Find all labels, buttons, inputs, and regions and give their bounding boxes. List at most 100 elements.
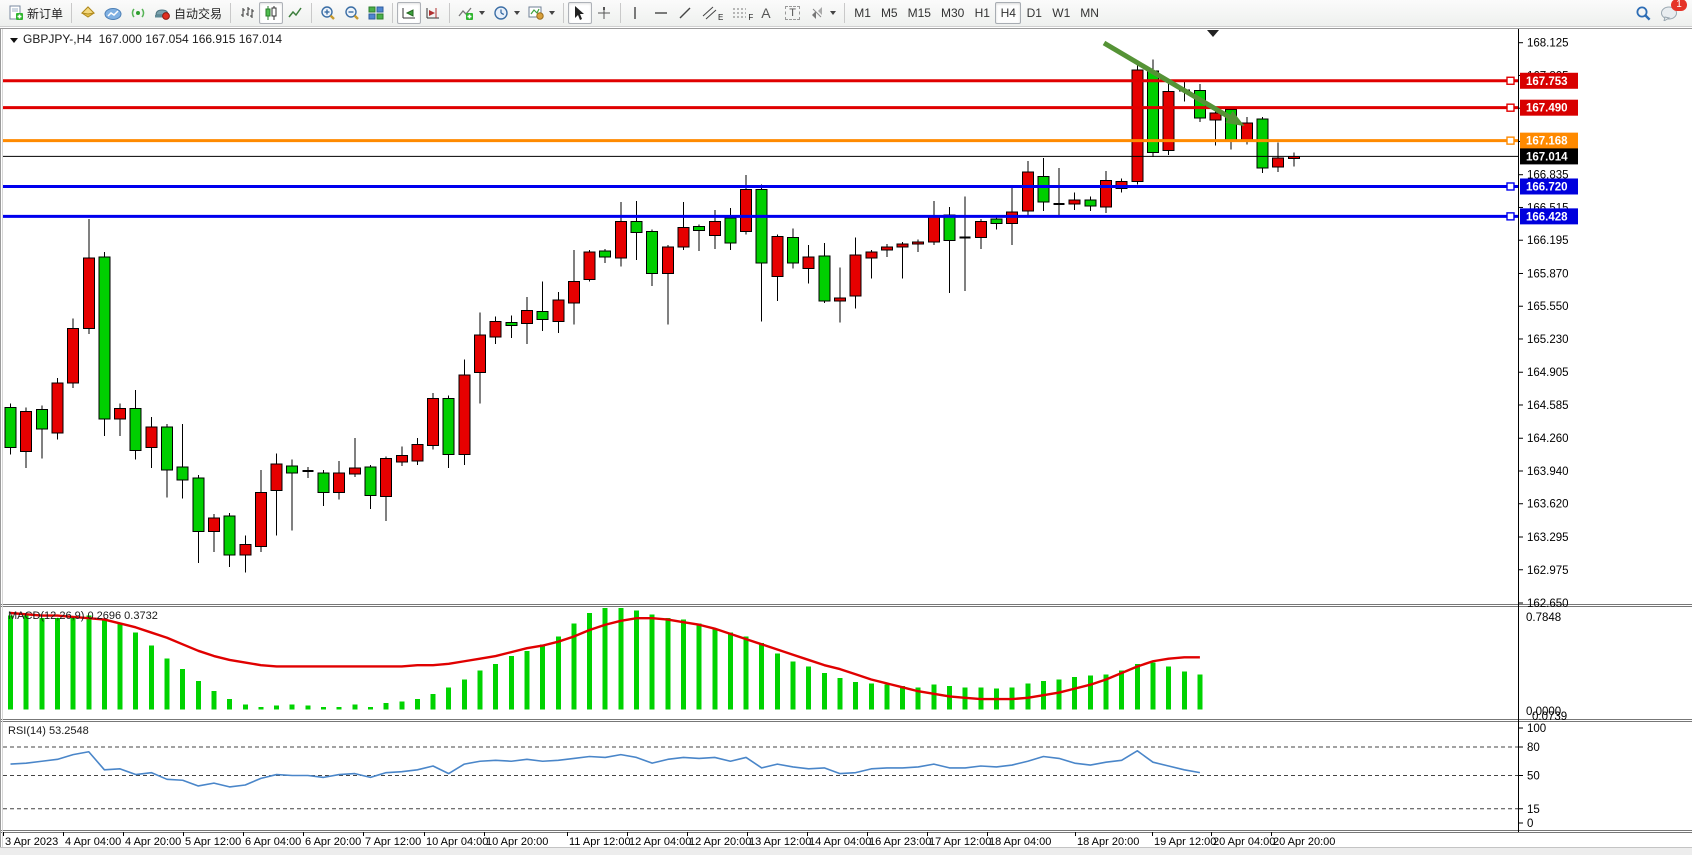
mt4-window: 新订单	[0, 0, 1692, 855]
metaeditor-button[interactable]	[76, 2, 100, 24]
search-button[interactable]	[1631, 2, 1656, 24]
time-tick-label: 16 Apr 23:00	[869, 836, 931, 848]
chart-shift-button[interactable]	[421, 2, 445, 24]
periods-clock-icon	[493, 5, 509, 21]
candle-body	[975, 221, 986, 237]
search-icon	[1635, 5, 1652, 22]
macd-histogram-bar	[39, 618, 44, 709]
trendline-tool-button[interactable]	[673, 2, 697, 24]
auto-trading-icon	[154, 5, 171, 21]
auto-scroll-button[interactable]	[397, 2, 421, 24]
fibonacci-tool-button[interactable]: F	[727, 2, 757, 24]
toolbar: 新订单	[0, 0, 1692, 27]
candle-body	[647, 232, 658, 274]
price-tick-label: 163.940	[1527, 466, 1569, 478]
tf-button-h1[interactable]: H1	[969, 2, 995, 24]
candle-body	[412, 444, 423, 460]
chart-canvas[interactable]: 168.125167.805167.485167.160166.835166.5…	[0, 28, 1692, 855]
candle-body	[709, 221, 720, 235]
cursor-tool-button[interactable]	[568, 2, 592, 24]
hline-endpoint-marker[interactable]	[1507, 77, 1514, 84]
hline-endpoint-marker[interactable]	[1507, 213, 1514, 220]
time-tick-label: 4 Apr 04:00	[65, 836, 121, 848]
macd-histogram-bar	[540, 644, 545, 709]
fibonacci-icon	[731, 5, 749, 21]
candle-body	[1069, 200, 1080, 204]
equidistant-channel-icon	[701, 5, 719, 21]
tf-button-m30[interactable]: M30	[936, 2, 969, 24]
chart-background	[0, 28, 1692, 855]
tf-button-m1[interactable]: M1	[849, 2, 876, 24]
candle-body	[1038, 176, 1049, 202]
candle-body	[52, 383, 63, 433]
price-tick-label: 166.195	[1527, 235, 1569, 247]
chat-button[interactable]: 1	[1656, 2, 1682, 24]
tf-button-h4[interactable]: H4	[995, 2, 1021, 24]
tf-button-mn[interactable]: MN	[1075, 2, 1104, 24]
candle-body	[615, 221, 626, 258]
bar-chart-icon	[239, 5, 255, 21]
new-order-icon	[8, 5, 24, 21]
horizontal-line-tool-button[interactable]	[649, 2, 673, 24]
tf-button-d1[interactable]: D1	[1021, 2, 1047, 24]
channel-tool-button[interactable]: E	[697, 2, 727, 24]
hline-endpoint-marker[interactable]	[1507, 137, 1514, 144]
candle-body	[944, 215, 955, 241]
tf-button-m5[interactable]: M5	[876, 2, 903, 24]
crosshair-tool-button[interactable]	[592, 2, 616, 24]
arrows-tool-icon	[809, 5, 825, 21]
tile-windows-button[interactable]	[364, 2, 388, 24]
tf-button-m15[interactable]: M15	[903, 2, 936, 24]
macd-indicator-label: MACD(12,26,9) 0.2696 0.3732	[8, 610, 158, 622]
price-tag-label: 167.014	[1526, 151, 1568, 163]
candle-body	[772, 237, 783, 277]
price-tick-label: 164.585	[1527, 400, 1569, 412]
periods-button[interactable]	[489, 2, 524, 24]
signals-icon	[130, 5, 146, 21]
hline-endpoint-marker[interactable]	[1507, 104, 1514, 111]
vertical-line-tool-button[interactable]	[625, 2, 649, 24]
toolbar-separator	[563, 3, 564, 23]
macd-histogram-bar	[368, 707, 373, 710]
candle-body	[396, 456, 407, 462]
macd-histogram-bar	[493, 664, 498, 710]
tf-button-w1[interactable]: W1	[1047, 2, 1075, 24]
toolbar-separator	[71, 3, 72, 23]
candle-body	[568, 282, 579, 303]
hline-endpoint-marker[interactable]	[1507, 183, 1514, 190]
macd-histogram-bar	[837, 678, 842, 709]
candle-body	[678, 227, 689, 246]
time-tick-label: 6 Apr 20:00	[305, 836, 361, 848]
macd-histogram-bar	[352, 704, 357, 709]
line-chart-button[interactable]	[283, 2, 307, 24]
macd-histogram-bar	[728, 633, 733, 710]
macd-histogram-bar	[853, 682, 858, 709]
macd-histogram-bar	[744, 636, 749, 709]
candle-body	[506, 323, 517, 326]
indicators-button[interactable]	[454, 2, 489, 24]
candle-body	[381, 459, 392, 497]
bar-chart-button[interactable]	[235, 2, 259, 24]
label-tool-glyph: T	[785, 6, 800, 20]
chart-collapse-icon[interactable]	[10, 38, 18, 43]
signals-button[interactable]	[126, 2, 150, 24]
auto-trading-button[interactable]: 自动交易	[150, 2, 226, 24]
label-tool-button[interactable]: T	[781, 2, 805, 24]
new-order-button[interactable]: 新订单	[4, 2, 67, 24]
indicators-icon	[458, 5, 474, 21]
candlestick-chart-button[interactable]	[259, 2, 283, 24]
templates-button[interactable]	[524, 2, 559, 24]
macd-histogram-bar	[634, 610, 639, 709]
candle-body	[177, 467, 188, 480]
arrows-tool-button[interactable]	[805, 2, 840, 24]
market-cloud-icon	[104, 5, 122, 21]
market-button[interactable]	[100, 2, 126, 24]
macd-histogram-bar	[697, 623, 702, 709]
candle-body	[662, 247, 673, 274]
candle-body	[240, 545, 251, 555]
zoom-out-button[interactable]	[340, 2, 364, 24]
candle-body	[1257, 119, 1268, 168]
text-tool-button[interactable]: A	[757, 2, 781, 24]
zoom-in-button[interactable]	[316, 2, 340, 24]
macd-histogram-bar	[290, 704, 295, 709]
